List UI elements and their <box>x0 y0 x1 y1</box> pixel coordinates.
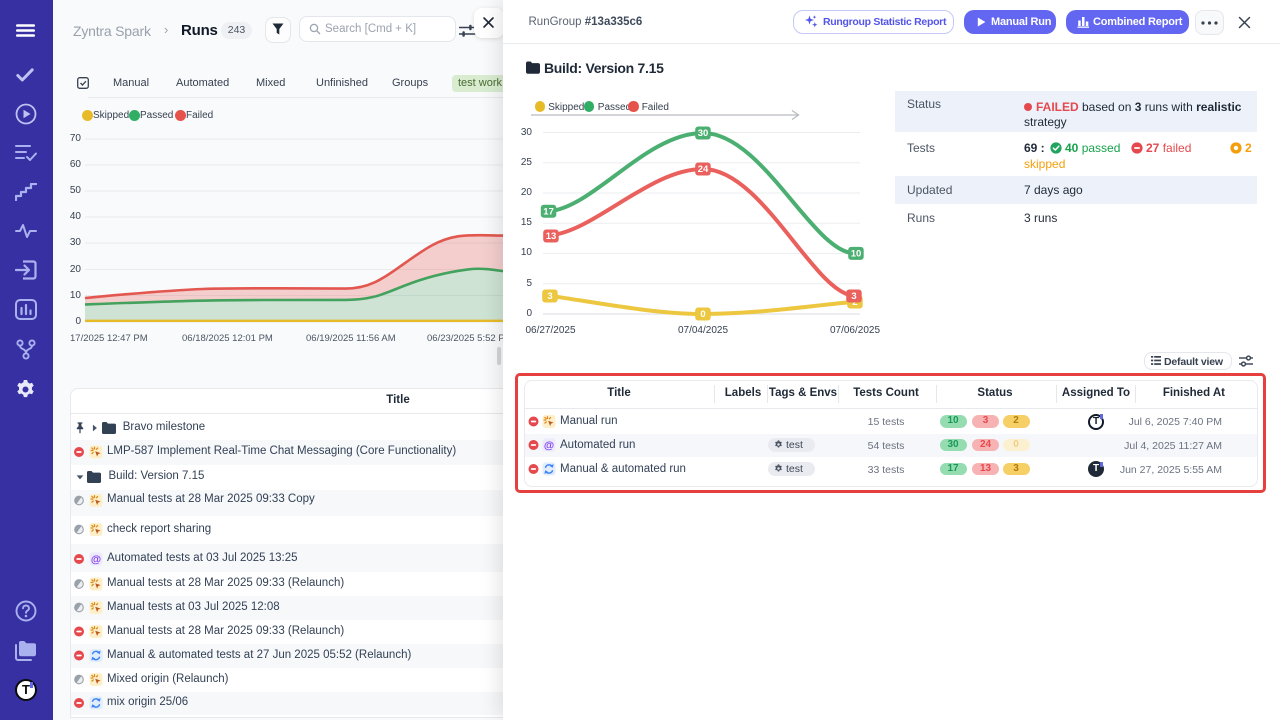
svg-text:10: 10 <box>851 249 862 260</box>
svg-text:30: 30 <box>698 128 709 139</box>
svg-text:13: 13 <box>546 231 557 242</box>
svg-text:3: 3 <box>547 291 552 302</box>
svg-text:24: 24 <box>698 164 709 175</box>
svg-text:0: 0 <box>700 309 705 320</box>
svg-text:3: 3 <box>851 291 856 302</box>
svg-text:17: 17 <box>543 206 554 217</box>
